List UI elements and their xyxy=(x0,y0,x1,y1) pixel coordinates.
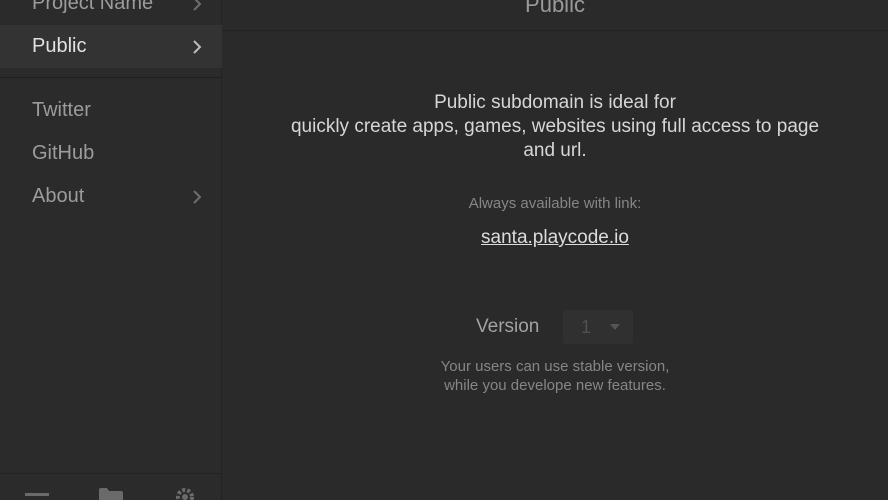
sidebar-item-about[interactable]: About xyxy=(0,175,222,218)
sidebar-item-github[interactable]: GitHub xyxy=(0,132,222,175)
sidebar: Project Name Public Twitter GitHub About xyxy=(0,0,222,500)
version-row: Version 1 xyxy=(222,310,888,344)
chevron-right-icon xyxy=(192,0,202,12)
version-label: Version xyxy=(476,316,540,337)
chevron-right-icon xyxy=(192,39,202,55)
description-line: Public subdomain is ideal for xyxy=(434,92,676,113)
sidebar-item-label: Twitter xyxy=(32,99,91,121)
gear-icon[interactable] xyxy=(173,485,197,500)
menu-icon[interactable] xyxy=(25,488,49,500)
sidebar-footer xyxy=(0,473,222,500)
sidebar-divider xyxy=(0,77,222,78)
sidebar-item-label: Project Name xyxy=(32,0,154,14)
public-link-container: santa.playcode.io xyxy=(222,227,888,249)
main-header: Public xyxy=(222,0,888,31)
main-panel: Public Public subdomain is ideal for qui… xyxy=(222,0,888,500)
description-line: and url. xyxy=(523,140,587,161)
app-window: Project Name Public Twitter GitHub About xyxy=(0,0,888,500)
caret-down-icon xyxy=(610,324,620,330)
sidebar-item-label: Public xyxy=(32,35,87,57)
chevron-right-icon xyxy=(192,189,202,205)
sidebar-item-twitter[interactable]: Twitter xyxy=(0,89,222,132)
public-description: Public subdomain is ideal for quickly cr… xyxy=(242,91,868,163)
folder-icon[interactable] xyxy=(99,488,123,500)
description-line: quickly create apps, games, websites usi… xyxy=(290,116,820,137)
public-link[interactable]: santa.playcode.io xyxy=(481,227,629,248)
version-value: 1 xyxy=(581,317,592,337)
sidebar-item-label: About xyxy=(32,185,85,207)
hint-line: Your users can use stable version, xyxy=(440,358,670,375)
page-title: Public xyxy=(525,0,585,17)
hint-line: while you develope new features. xyxy=(444,377,666,394)
sidebar-item-label: GitHub xyxy=(32,142,95,164)
available-label: Always available with link: xyxy=(468,195,642,212)
version-select[interactable]: 1 xyxy=(563,310,633,344)
sidebar-item-project-name[interactable]: Project Name xyxy=(0,0,222,25)
version-hint: Your users can use stable version, while… xyxy=(222,357,888,395)
sidebar-item-public[interactable]: Public xyxy=(0,25,222,68)
